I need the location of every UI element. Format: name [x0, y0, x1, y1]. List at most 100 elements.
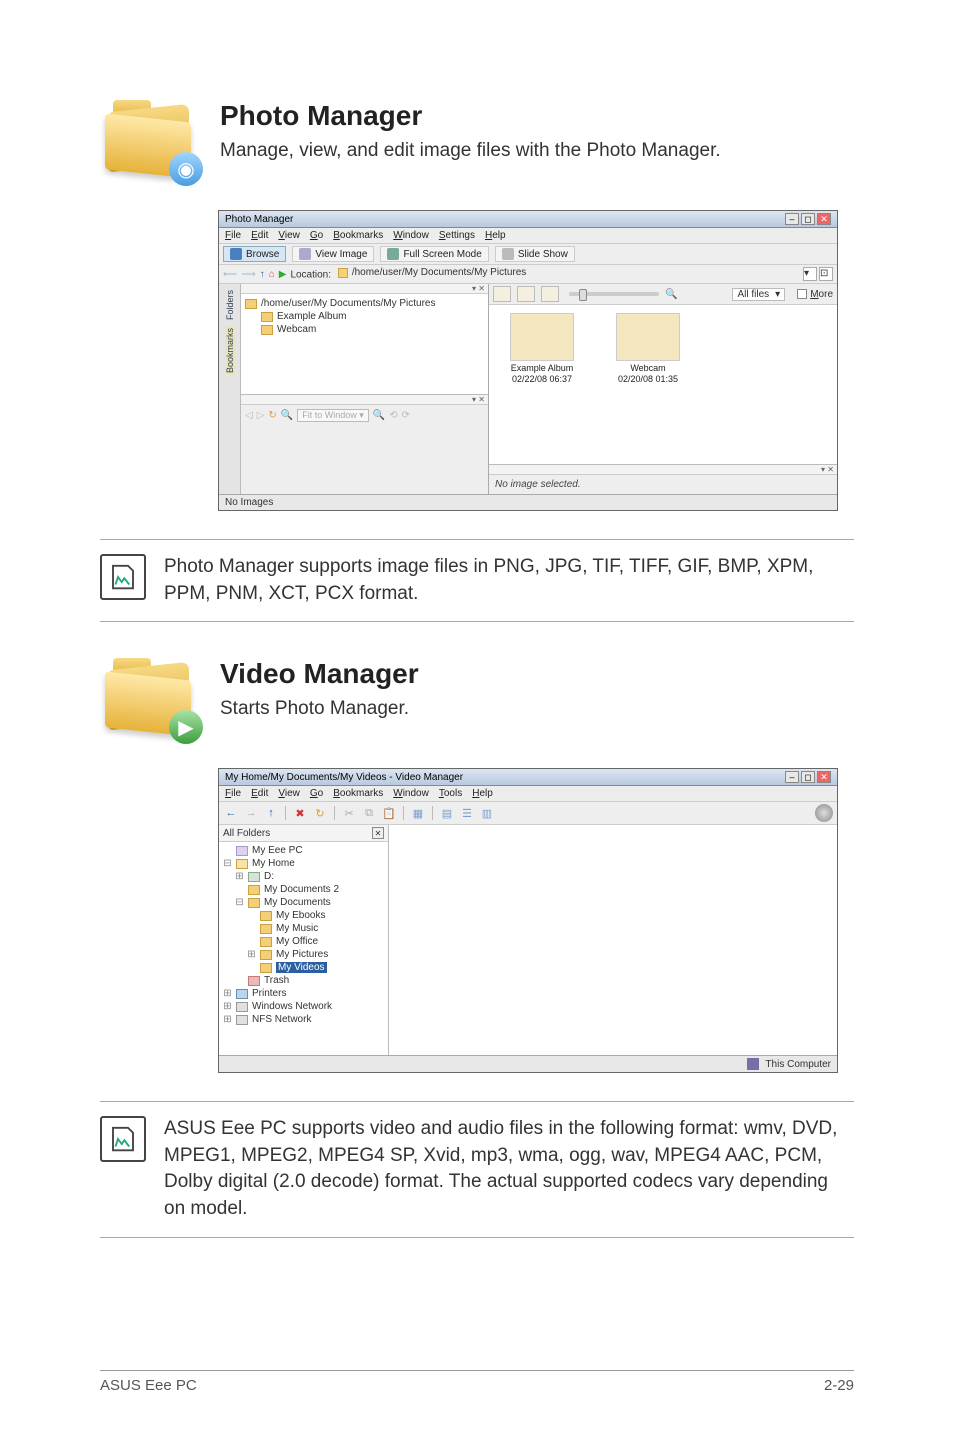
nav-back-icon[interactable]: ⟵ [223, 269, 237, 280]
menu-go[interactable]: Go [310, 230, 323, 241]
maximize-button[interactable]: ◻ [801, 213, 815, 225]
nav-up-icon[interactable]: ↑ [260, 269, 265, 280]
footer-left: ASUS Eee PC [100, 1377, 197, 1394]
slide-show-mode-button[interactable]: Slide Show [495, 246, 575, 262]
prev-zoom-in-icon[interactable]: 🔍 [373, 410, 385, 421]
tree-node-webcam[interactable]: Webcam [245, 323, 484, 336]
menu-view[interactable]: View [278, 230, 300, 241]
vm-tree-node[interactable]: My Office [223, 935, 384, 948]
vm-maximize-button[interactable]: ◻ [801, 771, 815, 783]
view-thumbs-icon[interactable] [493, 286, 511, 302]
vm-menu-edit[interactable]: Edit [251, 788, 268, 799]
vm-menu-help[interactable]: Help [472, 788, 493, 799]
nav-forward-icon[interactable]: ⟶ [241, 269, 255, 280]
vm-reload-icon[interactable]: ↻ [312, 805, 328, 821]
more-checkbox[interactable] [797, 289, 807, 299]
prev-rotate-left-icon[interactable]: ⟲ [389, 410, 397, 421]
more-label: More [810, 289, 833, 300]
vm-menu-go[interactable]: Go [310, 788, 323, 799]
zoom-out-icon[interactable]: 🔍 [665, 289, 677, 300]
vm-tree-node[interactable]: ⊞Windows Network [223, 1000, 384, 1013]
vm-window-title: My Home/My Documents/My Videos - Video M… [225, 772, 463, 783]
vm-file-area[interactable] [389, 825, 837, 1055]
vm-tree-node[interactable]: My Videos [223, 961, 384, 974]
vm-stop-icon[interactable]: ✖ [292, 805, 308, 821]
prev-rotate-right-icon[interactable]: ⟳ [402, 410, 410, 421]
loc-dropdown-icon[interactable]: ▾ [803, 267, 817, 281]
nav-home-icon[interactable]: ⌂ [269, 269, 275, 280]
tree-panel-handle[interactable]: ▾ ✕ [241, 284, 488, 294]
side-tab-bookmarks[interactable]: Bookmarks [225, 326, 235, 375]
menu-file[interactable]: File [225, 230, 241, 241]
vm-menu-tools[interactable]: Tools [439, 788, 462, 799]
view-details-icon[interactable] [541, 286, 559, 302]
vm-view-details-icon[interactable]: ▥ [479, 805, 495, 821]
view-image-mode-button[interactable]: View Image [292, 246, 374, 262]
vm-tree-node[interactable]: ⊞Printers [223, 987, 384, 1000]
location-label: Location: [290, 270, 331, 281]
vm-view-thumbs-icon[interactable]: ▤ [439, 805, 455, 821]
menu-window[interactable]: Window [393, 230, 429, 241]
footer-page-number: 2-29 [824, 1377, 854, 1394]
vm-minimize-button[interactable]: – [785, 771, 799, 783]
vm-tree-node[interactable]: ⊟My Home [223, 857, 384, 870]
side-tab-folders[interactable]: Folders [225, 288, 235, 322]
vm-tree-node[interactable]: My Ebooks [223, 909, 384, 922]
vm-close-button[interactable]: ✕ [817, 771, 831, 783]
vm-tree-node[interactable]: My Music [223, 922, 384, 935]
note-icon [100, 1116, 146, 1162]
info-panel-handle[interactable]: ▾ ✕ [489, 465, 837, 475]
full-screen-mode-button[interactable]: Full Screen Mode [380, 246, 488, 262]
vm-tree-node[interactable]: ⊞D: [223, 870, 384, 883]
tree-root[interactable]: /home/user/My Documents/My Pictures [245, 297, 484, 310]
computer-icon [747, 1058, 759, 1070]
vm-paste-icon[interactable]: 📋 [381, 805, 397, 821]
location-path[interactable]: /home/user/My Documents/My Pictures [352, 267, 527, 278]
vm-view-list-icon[interactable]: ☰ [459, 805, 475, 821]
nav-go-icon[interactable]: ▶ [279, 269, 287, 280]
prev-refresh-icon[interactable]: ↻ [268, 410, 276, 421]
thumb-example-album[interactable]: Example Album02/22/08 06:37 [497, 313, 587, 385]
vm-up-icon[interactable]: ↑ [263, 805, 279, 821]
vm-status-text: This Computer [765, 1059, 831, 1070]
thumb-size-slider[interactable] [569, 292, 659, 296]
view-list-icon[interactable] [517, 286, 535, 302]
close-button[interactable]: ✕ [817, 213, 831, 225]
preview-panel-handle[interactable]: ▾ ✕ [241, 395, 488, 405]
vm-tree-node[interactable]: Trash [223, 974, 384, 987]
menu-bookmarks[interactable]: Bookmarks [333, 230, 383, 241]
pm-menubar[interactable]: File Edit View Go Bookmarks Window Setti… [219, 228, 837, 244]
prev-prev-icon[interactable]: ◁ [245, 410, 253, 421]
vm-menu-view[interactable]: View [278, 788, 300, 799]
filter-select[interactable]: All files▾ [732, 288, 785, 301]
vm-menubar[interactable]: File Edit View Go Bookmarks Window Tools… [219, 786, 837, 802]
vm-tree-node[interactable]: ⊞My Pictures [223, 948, 384, 961]
minimize-button[interactable]: – [785, 213, 799, 225]
vm-tree-node[interactable]: ⊞NFS Network [223, 1013, 384, 1026]
vm-tree-node[interactable]: My Documents 2 [223, 883, 384, 896]
pm-status-bar: No Images [219, 494, 837, 510]
vm-tree-node[interactable]: ⊟My Documents [223, 896, 384, 909]
vm-settings-icon[interactable] [815, 804, 833, 822]
vm-copy-icon[interactable]: ⧉ [361, 805, 377, 821]
vm-menu-bookmarks[interactable]: Bookmarks [333, 788, 383, 799]
vm-menu-file[interactable]: File [225, 788, 241, 799]
prev-next-icon[interactable]: ▷ [257, 410, 265, 421]
browse-mode-button[interactable]: Browse [223, 246, 286, 262]
vm-menu-window[interactable]: Window [393, 788, 429, 799]
menu-edit[interactable]: Edit [251, 230, 268, 241]
menu-settings[interactable]: Settings [439, 230, 475, 241]
thumb-webcam[interactable]: Webcam02/20/08 01:35 [603, 313, 693, 385]
vm-forward-icon[interactable]: → [243, 805, 259, 821]
fit-mode-select[interactable]: Fit to Window ▾ [297, 409, 369, 422]
prev-zoom-icon[interactable]: 🔍 [281, 410, 293, 421]
vm-view-icons-icon[interactable]: ▦ [410, 805, 426, 821]
vm-cut-icon[interactable]: ✂ [341, 805, 357, 821]
menu-help[interactable]: Help [485, 230, 506, 241]
photo-manager-desc: Manage, view, and edit image files with … [220, 138, 854, 165]
vm-side-close-icon[interactable]: ✕ [372, 827, 384, 839]
tree-node-example-album[interactable]: Example Album [245, 310, 484, 323]
vm-back-icon[interactable]: ← [223, 805, 239, 821]
vm-tree-node[interactable]: My Eee PC [223, 844, 384, 857]
loc-clear-icon[interactable]: ⊡ [819, 267, 833, 281]
